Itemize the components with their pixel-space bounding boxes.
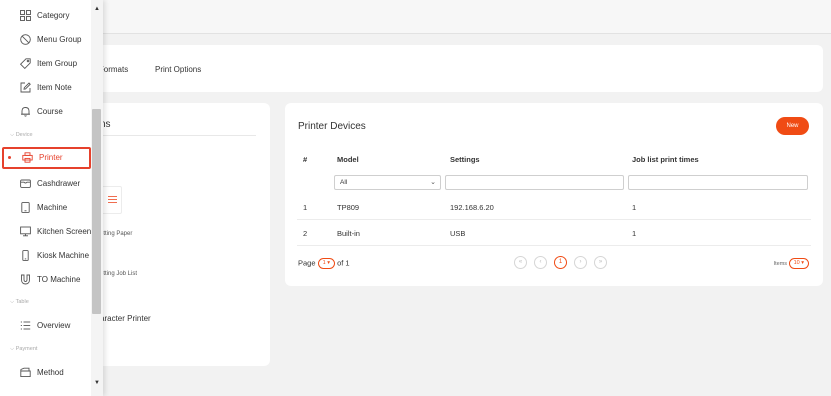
sidebar-item-method[interactable]: Method: [0, 362, 91, 384]
items-per-page: Items 10 ▾: [774, 258, 809, 269]
table-row[interactable]: 2 Built-in USB 1: [297, 220, 811, 246]
column-header-number: #: [303, 155, 308, 164]
sidebar-item-label: Method: [37, 368, 64, 377]
row-model: Built-in: [337, 229, 360, 238]
settings-tabs: nt Formats Print Options: [60, 45, 823, 92]
row-job-times: 1: [632, 203, 637, 212]
sidebar-item-course[interactable]: Course: [0, 101, 91, 123]
sidebar-item-label: Category: [37, 11, 70, 20]
page-label: Page: [298, 258, 316, 268]
sidebar-item-label: Cashdrawer: [37, 179, 81, 188]
sidebar-item-item-group[interactable]: Item Group: [0, 53, 91, 75]
scroll-down-icon[interactable]: ▼: [93, 380, 101, 386]
row-job-times: 1: [632, 229, 637, 238]
character-printer-link[interactable]: aracter Printer: [100, 314, 151, 323]
job-list-filter-input[interactable]: [628, 175, 808, 190]
sidebar-item-overview[interactable]: Overview: [0, 315, 91, 337]
sidebar-item-menu-group[interactable]: Menu Group: [0, 29, 91, 51]
bell-icon: [20, 106, 31, 117]
phone-icon: [20, 250, 31, 261]
no-entry-icon: [20, 34, 31, 45]
row-number: 1: [303, 203, 308, 212]
row-number: 2: [303, 229, 308, 238]
row-model: TP809: [337, 203, 360, 212]
monitor-icon: [20, 226, 31, 237]
sidebar-item-kitchen-screen[interactable]: Kitchen Screen: [0, 221, 91, 243]
section-device: ⌵ Device: [10, 132, 33, 138]
sidebar-item-label: Printer: [39, 153, 63, 162]
pagination-summary: Page 1 ▾ of 1: [298, 258, 350, 269]
sidebar-item-label: Overview: [37, 321, 71, 330]
prev-page-button[interactable]: ‹: [534, 256, 547, 269]
wallet-icon: [20, 367, 31, 378]
settings-filter-input[interactable]: [445, 175, 624, 190]
sidebar-item-label: Machine: [37, 203, 68, 212]
top-bar: [0, 0, 831, 34]
next-page-button[interactable]: ›: [574, 256, 587, 269]
tab-print-options[interactable]: Print Options: [155, 65, 201, 74]
sidebar-item-label: Item Note: [37, 83, 72, 92]
new-printer-button[interactable]: New: [776, 117, 809, 135]
sidebar-item-label: Menu Group: [37, 35, 82, 44]
scroll-up-icon[interactable]: ▲: [93, 6, 101, 12]
magnet-icon: [20, 274, 31, 285]
column-header-job-list[interactable]: Job list print times: [632, 155, 699, 164]
section-table: ⌵ Table: [10, 299, 29, 305]
edit-note-icon: [20, 82, 31, 93]
sidebar-item-label: Kiosk Machine: [37, 251, 90, 260]
setting-job-list-link[interactable]: etting Job List: [100, 271, 137, 277]
last-page-button[interactable]: »: [594, 256, 607, 269]
card-title: Printer Devices: [298, 121, 366, 132]
grid-icon: [20, 10, 31, 21]
sidebar-item-category[interactable]: Category: [0, 5, 91, 27]
sidebar-item-machine[interactable]: Machine: [0, 197, 91, 219]
sidebar-item-label: Kitchen Screen: [37, 227, 92, 236]
page-number-button[interactable]: 1: [554, 256, 567, 269]
printer-devices-card: Printer Devices New # Model Settings Job…: [285, 103, 823, 286]
model-filter-value: All: [340, 179, 348, 186]
items-label: Items: [773, 260, 788, 267]
model-filter-select[interactable]: All ⌄: [334, 175, 441, 190]
printer-icon: [22, 152, 33, 163]
sidebar-item-printer[interactable]: Printer: [2, 147, 91, 169]
active-indicator: [8, 156, 11, 159]
sidebar-item-label: Course: [37, 107, 63, 116]
sidebar-item-item-note[interactable]: Item Note: [0, 77, 91, 99]
scrollbar-thumb[interactable]: [92, 109, 101, 314]
list-icon: [20, 320, 31, 331]
tablet-icon: [20, 202, 31, 213]
items-per-page-select[interactable]: 10 ▾: [788, 258, 809, 269]
row-settings: USB: [450, 229, 466, 238]
tag-icon: [20, 58, 31, 69]
sidebar: Category Menu Group Item Group Item Note…: [0, 0, 103, 396]
page-select[interactable]: 1 ▾: [317, 258, 335, 269]
sidebar-item-kiosk-machine[interactable]: Kiosk Machine: [0, 245, 91, 267]
column-header-settings[interactable]: Settings: [450, 155, 480, 164]
cashdrawer-icon: [20, 178, 31, 189]
chevron-down-icon: ⌄: [430, 179, 436, 186]
divider: [98, 135, 256, 136]
setting-paper-link[interactable]: etting Paper: [100, 231, 132, 237]
sidebar-item-label: TO Machine: [37, 275, 81, 284]
row-settings: 192.168.6.20: [450, 203, 494, 212]
section-payment: ⌵ Payment: [10, 346, 38, 352]
sidebar-item-label: Item Group: [37, 59, 78, 68]
sidebar-item-to-machine[interactable]: TO Machine: [0, 269, 91, 291]
column-header-model[interactable]: Model: [337, 155, 359, 164]
sidebar-item-cashdrawer[interactable]: Cashdrawer: [0, 173, 91, 195]
page-of-label: of 1: [337, 258, 350, 268]
filter-row: All ⌄: [285, 173, 823, 193]
first-page-button[interactable]: «: [514, 256, 527, 269]
paper-icon: [100, 186, 122, 214]
table-row[interactable]: 1 TP809 192.168.6.20 1: [297, 194, 811, 220]
